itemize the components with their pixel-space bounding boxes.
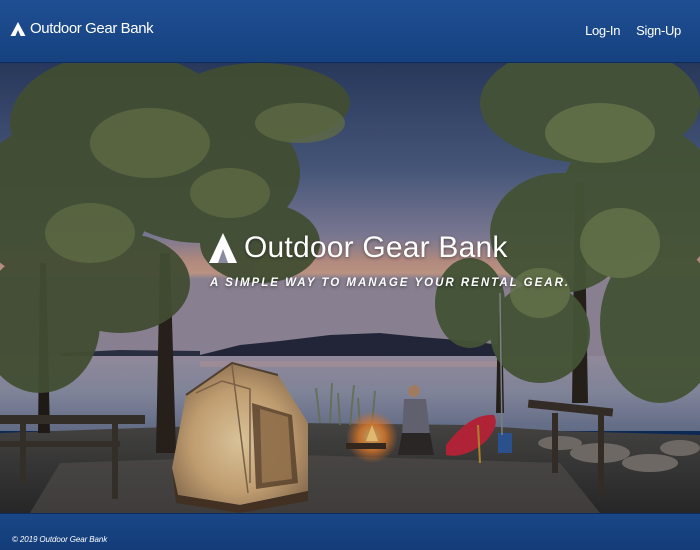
hero-banner: Outdoor Gear Bank A SIMPLE WAY TO MANAGE… xyxy=(0,63,700,513)
page: Outdoor Gear Bank Log-In Sign-Up Outdoor… xyxy=(0,0,700,550)
nav-links: Log-In Sign-Up xyxy=(585,23,681,38)
hero-title: Outdoor Gear Bank xyxy=(244,231,508,264)
brand-link[interactable]: Outdoor Gear Bank xyxy=(10,20,154,37)
copyright-text: © 2019 Outdoor Gear Bank xyxy=(12,535,108,544)
signup-link[interactable]: Sign-Up xyxy=(636,23,681,38)
brand-name: Outdoor Gear Bank xyxy=(30,20,154,37)
mountain-icon xyxy=(209,233,237,263)
hero-tagline: A SIMPLE WAY TO MANAGE YOUR RENTAL GEAR. xyxy=(210,277,571,289)
mountain-icon xyxy=(10,21,26,36)
login-link[interactable]: Log-In xyxy=(585,23,620,38)
page-footer: © 2019 Outdoor Gear Bank xyxy=(0,513,700,550)
top-navbar: Outdoor Gear Bank Log-In Sign-Up xyxy=(0,0,700,63)
hero-heading: Outdoor Gear Bank xyxy=(208,231,508,265)
